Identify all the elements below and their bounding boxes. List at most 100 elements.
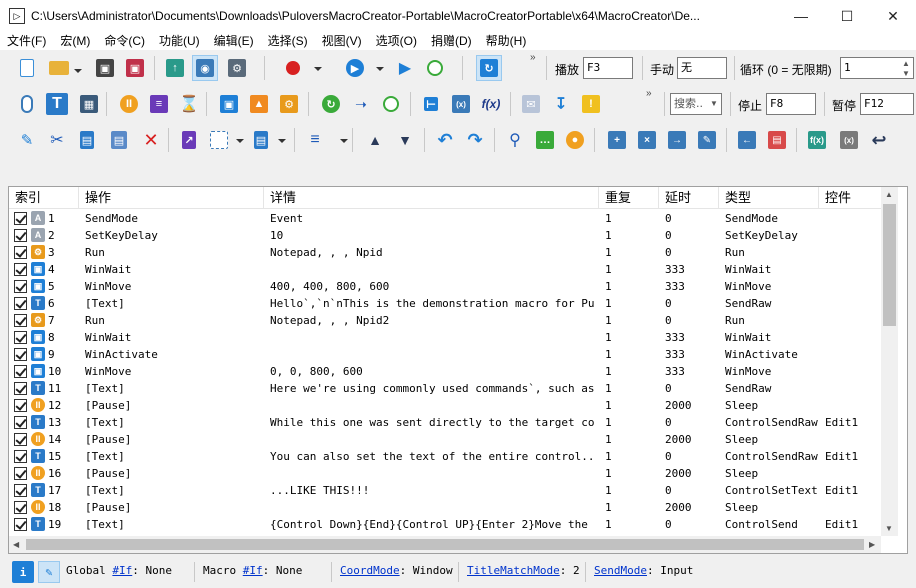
table-row[interactable]: T 13 [Text] While this one was sent directl…	[9, 414, 881, 431]
message-icon[interactable]: ≡	[146, 91, 172, 117]
table-row[interactable]: T 6 [Text] Hello`,`n`nThis is the demonstra…	[9, 295, 881, 312]
new-file-icon[interactable]	[14, 55, 40, 81]
edit-macro-icon[interactable]: ✎	[694, 127, 720, 153]
keyboard-icon[interactable]: ▦	[76, 91, 102, 117]
pause-icon[interactable]: II	[116, 91, 142, 117]
macro-list[interactable]: 索引 操作 详情 重复 延时 类型 控件 A 1 SendMode Event 1 0 Se…	[8, 186, 908, 554]
window-icon[interactable]: ▣	[216, 91, 242, 117]
column-details[interactable]: 详情	[264, 187, 599, 209]
redo-icon[interactable]: ↷	[462, 127, 488, 153]
loop-down-icon[interactable]: ▼	[902, 69, 910, 78]
scroll-left-icon[interactable]: ◀	[13, 540, 19, 549]
return-icon[interactable]: ↩	[866, 127, 892, 153]
add-macro-icon[interactable]: +	[604, 127, 630, 153]
column-index[interactable]: 索引	[9, 187, 79, 209]
menu-donate[interactable]: 捐赠(D)	[424, 32, 479, 50]
variable-icon[interactable]: (x)	[448, 91, 474, 117]
toolbar-overflow-icon[interactable]: »	[530, 52, 536, 63]
settings-gear-icon[interactable]: ⚙	[224, 55, 250, 81]
menu-options[interactable]: 选项(O)	[369, 32, 424, 50]
copy-icon[interactable]: ▤	[74, 127, 100, 153]
paste-icon[interactable]: ▤	[106, 127, 132, 153]
export-icon[interactable]: ↑	[162, 55, 188, 81]
table-row[interactable]: T 15 [Text] You can also set the text of th…	[9, 448, 881, 465]
column-control[interactable]: 控件	[819, 187, 881, 209]
table-row[interactable]: II 14 [Pause] 1 2000 Sleep	[9, 431, 881, 448]
table-row[interactable]: T 11 [Text] Here we're using commonly used …	[9, 380, 881, 397]
table-row[interactable]: ▣ 4 WinWait 1 333 WinWait	[9, 261, 881, 278]
row-enabled-checkbox[interactable]	[14, 229, 27, 242]
table-row[interactable]: ⚙ 7 Run Notepad, , , Npid2 1 0 Run	[9, 312, 881, 329]
table-row[interactable]: II 16 [Pause] 1 2000 Sleep	[9, 465, 881, 482]
table-row[interactable]: ▣ 9 WinActivate 1 333 WinActivate	[9, 346, 881, 363]
archive-icon[interactable]: !	[578, 91, 604, 117]
column-repeat[interactable]: 重复	[599, 187, 659, 209]
search-dropdown-icon[interactable]: ▼	[710, 99, 718, 108]
undo-icon[interactable]: ↶	[432, 127, 458, 153]
loop-icon[interactable]: ↻	[318, 91, 344, 117]
column-action[interactable]: 操作	[79, 187, 264, 209]
row-enabled-checkbox[interactable]	[14, 331, 27, 344]
global-if-link[interactable]: #If	[112, 564, 132, 577]
vertical-scrollbar[interactable]: ▲ ▼	[881, 187, 898, 536]
toolbar-overflow-icon[interactable]: »	[646, 88, 652, 99]
titlematchmode-link[interactable]: TitleMatchMode	[467, 564, 560, 577]
move-up-icon[interactable]: ▲	[362, 127, 388, 153]
table-row[interactable]: ▣ 5 WinMove 400, 400, 800, 600 1 333 WinMove	[9, 278, 881, 295]
edit-hotkey-icon[interactable]: ✎	[38, 561, 60, 583]
play-to-icon[interactable]: ↻	[476, 55, 502, 81]
flow-icon[interactable]: ⊢	[418, 91, 444, 117]
play-circle-icon[interactable]: ▶	[342, 55, 368, 81]
image-icon[interactable]: ▲	[246, 91, 272, 117]
table-row[interactable]: T 17 [Text] ...LIKE THIS!!! 1 0 ControlSetText…	[9, 482, 881, 499]
table-row[interactable]: ▣ 8 WinWait 1 333 WinWait	[9, 329, 881, 346]
row-enabled-checkbox[interactable]	[14, 484, 27, 497]
sendmode-link[interactable]: SendMode	[594, 564, 647, 577]
mouse-icon[interactable]	[14, 91, 40, 117]
function-icon[interactable]: f(x)	[478, 91, 504, 117]
horizontal-scrollbar[interactable]: ◀ ▶	[9, 536, 881, 553]
maximize-button[interactable]: ☐	[824, 0, 870, 32]
menu-view[interactable]: 视图(V)	[315, 32, 369, 50]
list-dropdown-icon[interactable]	[340, 139, 348, 143]
play-dropdown-icon[interactable]	[376, 67, 384, 71]
function-list-icon[interactable]: f(x)	[804, 127, 830, 153]
table-row[interactable]: II 18 [Pause] 1 2000 Sleep	[9, 499, 881, 516]
menu-functions[interactable]: 功能(U)	[152, 32, 207, 50]
column-delay[interactable]: 延时	[659, 187, 719, 209]
import-macro-icon[interactable]: ←	[734, 127, 760, 153]
pause-hotkey-input[interactable]: F12	[860, 93, 914, 115]
move-down-icon[interactable]: ▼	[392, 127, 418, 153]
info-icon[interactable]: i	[12, 561, 34, 583]
download-icon[interactable]: ↧	[548, 91, 574, 117]
row-enabled-checkbox[interactable]	[14, 433, 27, 446]
row-enabled-checkbox[interactable]	[14, 450, 27, 463]
row-enabled-checkbox[interactable]	[14, 416, 27, 429]
record-icon[interactable]	[280, 55, 306, 81]
row-enabled-checkbox[interactable]	[14, 467, 27, 480]
comment-icon[interactable]: …	[532, 127, 558, 153]
hourglass-icon[interactable]: ⌛	[176, 91, 202, 117]
select-icon[interactable]: ↗	[176, 127, 202, 153]
vertical-scroll-thumb[interactable]	[883, 204, 896, 326]
table-row[interactable]: ⚙ 3 Run Notepad, , , Npid 1 0 Run	[9, 244, 881, 261]
table-row[interactable]: A 2 SetKeyDelay 10 1 0 SetKeyDelay	[9, 227, 881, 244]
scroll-up-icon[interactable]: ▲	[885, 190, 893, 199]
save-icon[interactable]: ▣	[92, 55, 118, 81]
goto-icon[interactable]: ➝	[348, 91, 374, 117]
row-enabled-checkbox[interactable]	[14, 399, 27, 412]
horizontal-scroll-thumb[interactable]	[26, 539, 864, 550]
run-gear-icon[interactable]: ⚙	[276, 91, 302, 117]
schedule-macro-icon[interactable]: ▤	[764, 127, 790, 153]
open-folder-icon[interactable]	[46, 55, 72, 81]
coordmode-link[interactable]: CoordMode	[340, 564, 400, 577]
open-dropdown-icon[interactable]	[74, 69, 82, 73]
scroll-right-icon[interactable]: ▶	[869, 540, 875, 549]
menu-command[interactable]: 命令(C)	[97, 32, 152, 50]
edit-icon[interactable]: ✎	[14, 127, 40, 153]
select-area-icon[interactable]	[206, 127, 232, 153]
cut-icon[interactable]: ✂	[44, 127, 70, 153]
stop-hotkey-input[interactable]: F8	[766, 93, 816, 115]
list-icon[interactable]: ≡	[302, 127, 328, 153]
color-palette-icon[interactable]: ●	[562, 127, 588, 153]
